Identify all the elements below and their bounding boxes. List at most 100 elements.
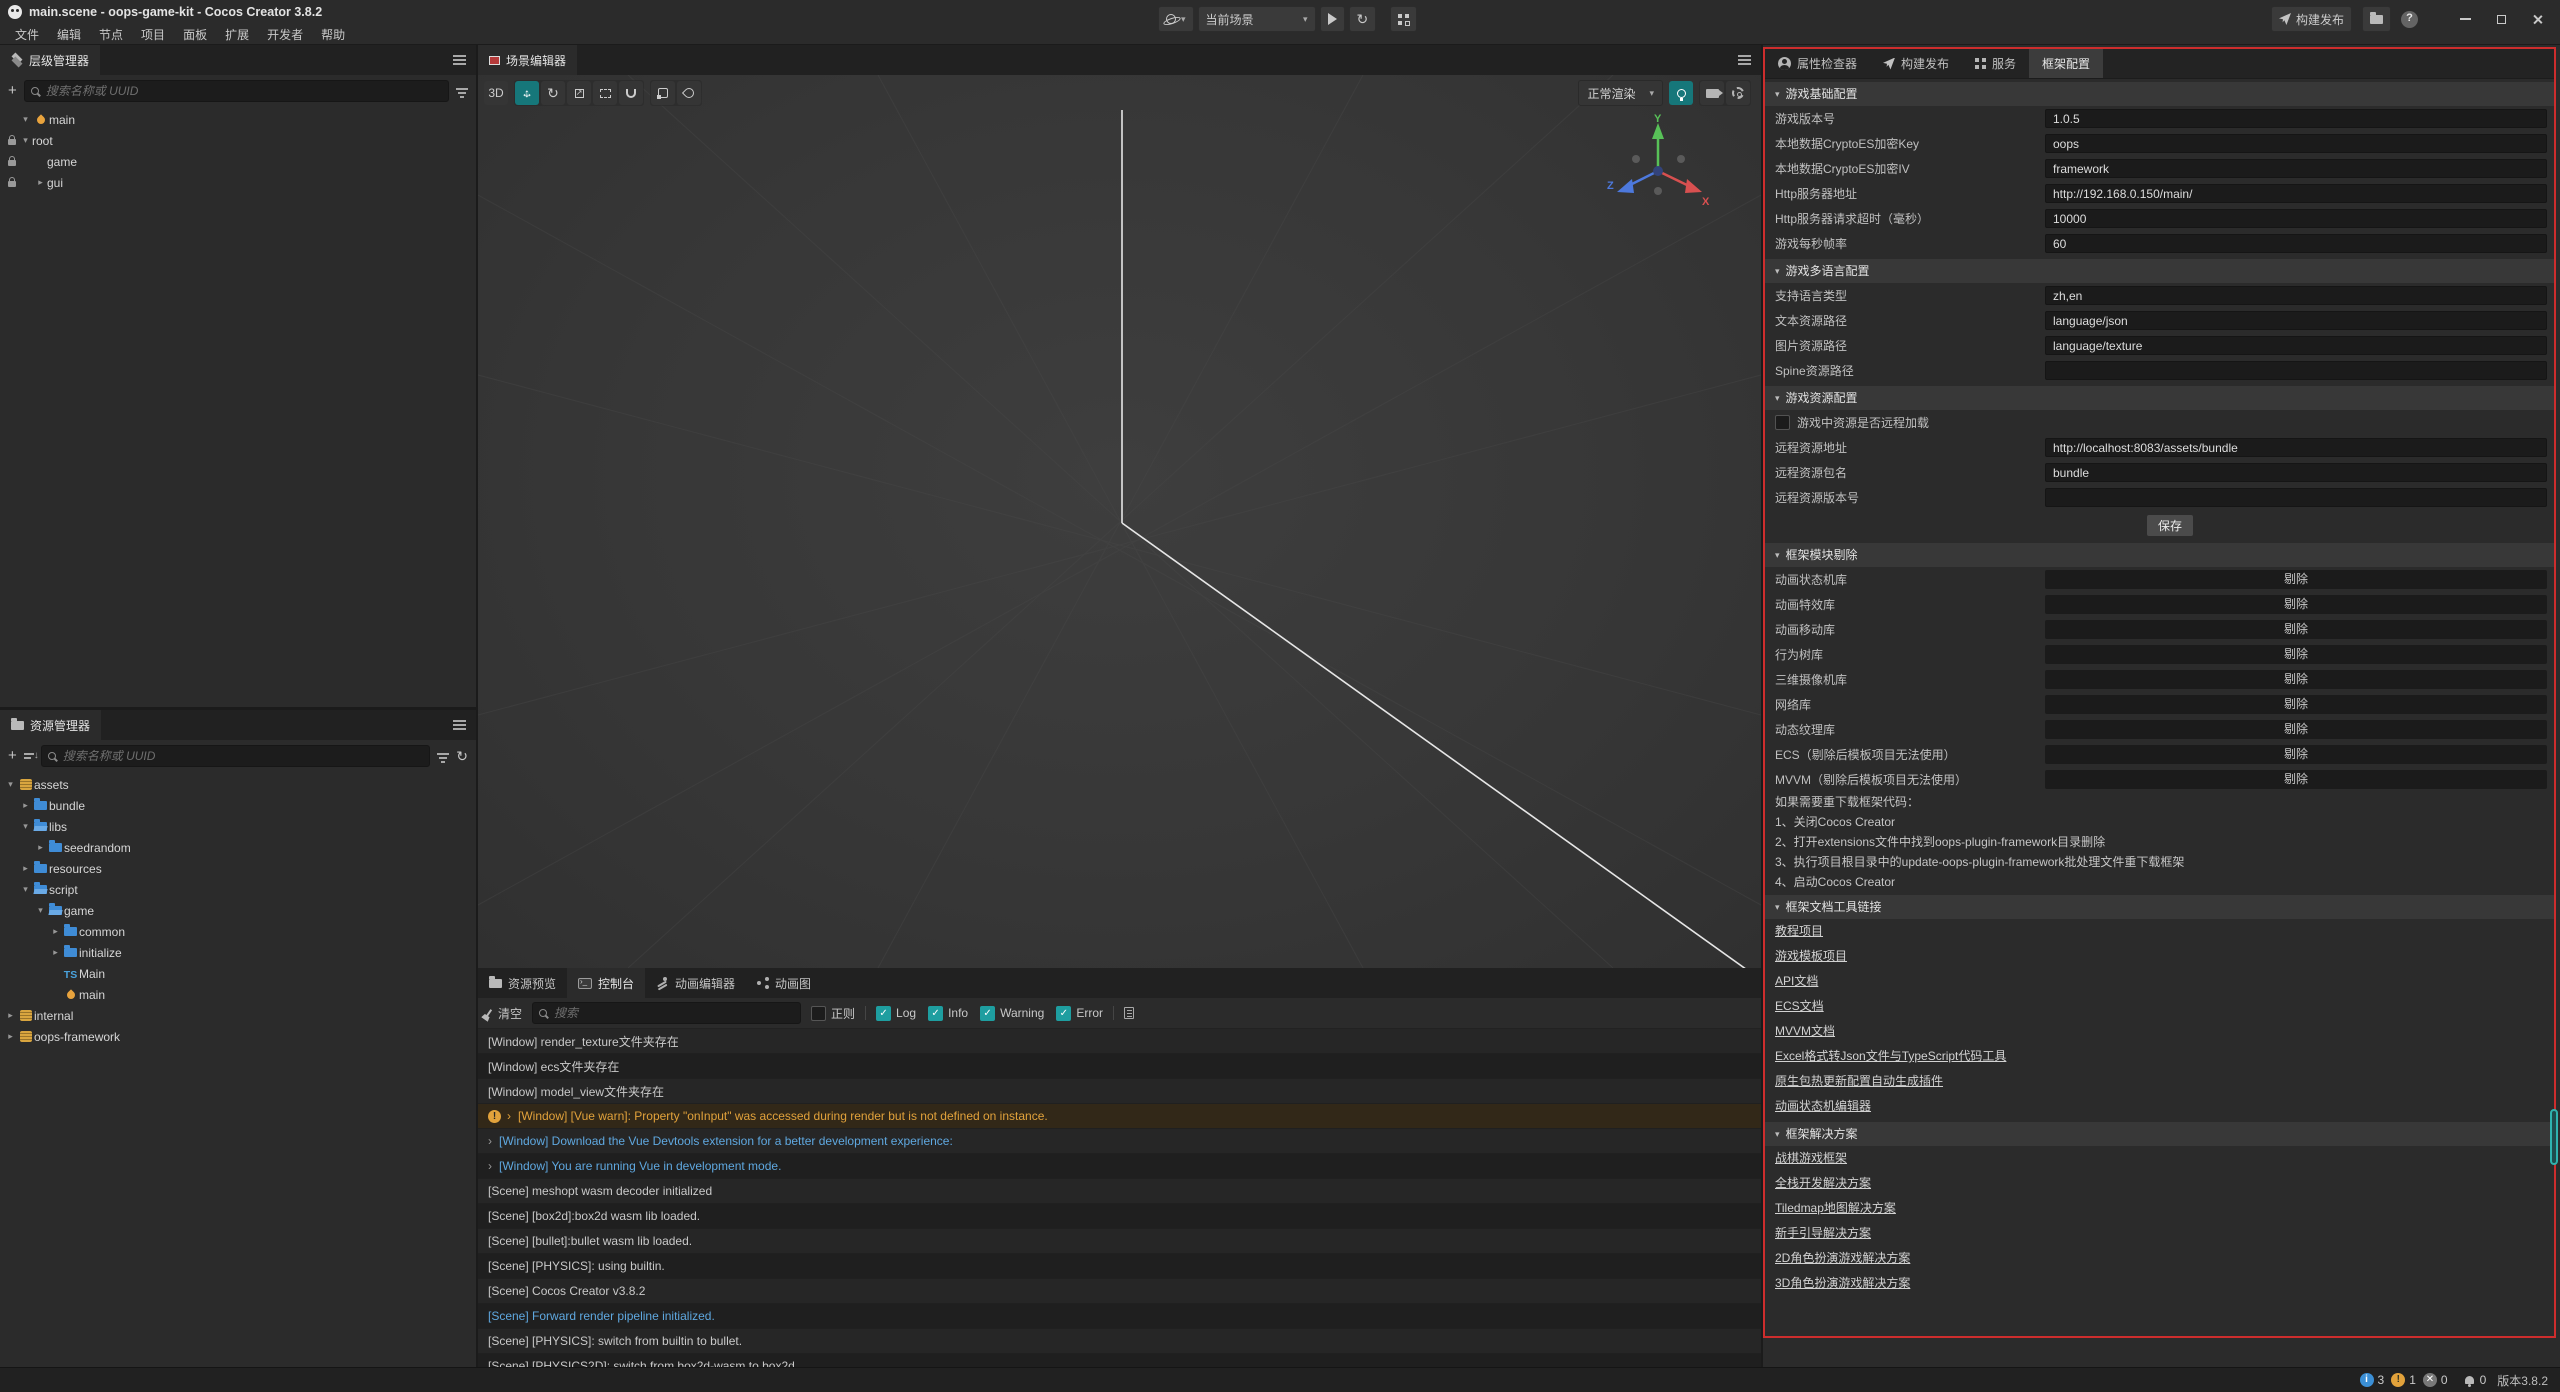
restart-button[interactable] [1349,6,1377,32]
filter-icon[interactable] [456,88,468,90]
expand-arrow-icon[interactable] [19,135,32,146]
expand-arrow-icon[interactable]: › [507,1109,511,1123]
expand-arrow-icon[interactable] [19,884,32,895]
rect-tool-button[interactable] [593,81,617,105]
console-log-row[interactable]: ! › [Window] You are running Vue in deve… [478,1154,1761,1179]
play-button[interactable] [1320,6,1345,32]
console-log-row[interactable]: ! › [Scene] Cocos Creator v3.8.2 [478,1279,1761,1304]
expand-arrow-icon[interactable] [19,800,32,811]
notification-count[interactable]: 0 [2463,1373,2487,1387]
log-filter-checkbox[interactable]: Warning [980,1006,1044,1021]
hierarchy-node-row[interactable]: game [0,151,476,172]
console-tab[interactable]: 资源预览 [478,968,567,998]
assets-search[interactable] [41,745,431,767]
axis-gizmo[interactable]: Y X Z [1603,113,1713,223]
console-log-row[interactable]: ! › [Scene] [bullet]:bullet wasm lib loa… [478,1229,1761,1254]
remove-module-button[interactable]: 剔除 [2045,645,2547,664]
hierarchy-search-input[interactable] [44,83,442,99]
asset-node-row[interactable]: oops-framework [0,1026,476,1047]
console-log-row[interactable]: ! › [Window] ecs文件夹存在 [478,1054,1761,1079]
remove-module-button[interactable]: 剔除 [2045,745,2547,764]
asset-node-row[interactable]: script [0,879,476,900]
remove-module-button[interactable]: 剔除 [2045,720,2547,739]
doc-link[interactable]: 原生包热更新配置自动生成插件 [1775,1069,1943,1094]
asset-node-row[interactable]: resources [0,858,476,879]
pivot-button[interactable] [651,81,675,105]
console-log-row[interactable]: ! › [Scene] [PHYSICS]: using builtin. [478,1254,1761,1279]
scale-tool-button[interactable] [567,81,591,105]
mode-3d-button[interactable]: 3D [484,81,508,105]
console-log-row[interactable]: ! › [Scene] [PHYSICS]: switch from built… [478,1329,1761,1354]
maximize-button[interactable] [2488,9,2514,29]
expand-arrow-icon[interactable] [34,905,47,916]
console-log-row[interactable]: ! › [Scene] [box2d]:box2d wasm lib loade… [478,1204,1761,1229]
field-input[interactable] [2045,234,2547,253]
remove-module-button[interactable]: 剔除 [2045,620,2547,639]
remove-module-button[interactable]: 剔除 [2045,595,2547,614]
scrollbar-thumb[interactable] [2550,1109,2558,1165]
console-log-row[interactable]: ! › [Window] render_texture文件夹存在 [478,1029,1761,1054]
console-log-row[interactable]: ! › [Scene] meshopt wasm decoder initial… [478,1179,1761,1204]
console-log-row[interactable]: ! › [Window] model_view文件夹存在 [478,1079,1761,1104]
menu-item[interactable]: 文件 [6,24,48,45]
field-input[interactable] [2045,488,2547,507]
doc-link[interactable]: 动画状态机编辑器 [1775,1094,1871,1119]
remove-module-button[interactable]: 剔除 [2045,770,2547,789]
field-input[interactable] [2045,286,2547,305]
clear-console-button[interactable]: 清空 [488,1005,522,1022]
expand-arrow-icon[interactable] [34,177,47,188]
field-input[interactable] [2045,361,2547,380]
section-header-modules[interactable]: ▾ 框架模块剔除 [1765,543,2554,567]
solution-link[interactable]: 新手引导解决方案 [1775,1221,1871,1246]
console-log-row[interactable]: ! › [Window] Download the Vue Devtools e… [478,1129,1761,1154]
inspector-tab[interactable]: 属性检查器 [1765,49,1870,78]
menu-item[interactable]: 扩展 [216,24,258,45]
section-header-solutions[interactable]: ▾ 框架解决方案 [1765,1122,2554,1146]
add-node-button[interactable] [8,84,17,98]
help-icon[interactable] [2401,11,2418,28]
panel-menu-icon[interactable] [453,59,466,61]
solution-link[interactable]: 战棋游戏框架 [1775,1146,1847,1171]
tab-assets[interactable]: 资源管理器 [0,710,101,740]
field-input[interactable] [2045,159,2547,178]
asset-node-row[interactable]: internal [0,1005,476,1026]
lighting-toggle-button[interactable] [1669,81,1693,105]
expand-arrow-icon[interactable] [34,842,47,853]
panel-menu-icon[interactable] [1738,59,1751,61]
solution-link[interactable]: 2D角色扮演游戏解决方案 [1775,1246,1910,1271]
expand-arrow-icon[interactable] [49,926,62,937]
console-tab[interactable]: 控制台 [567,968,645,998]
sort-icon[interactable] [24,753,34,755]
render-mode-select[interactable]: 正常渲染 ▾ [1578,80,1663,106]
section-header-resources[interactable]: ▾ 游戏资源配置 [1765,386,2554,410]
field-input[interactable] [2045,109,2547,128]
hierarchy-node-row[interactable]: gui [0,172,476,193]
doc-link[interactable]: ECS文档 [1775,994,1824,1019]
doc-link[interactable]: MVVM文档 [1775,1019,1835,1044]
solution-link[interactable]: 3D角色扮演游戏解决方案 [1775,1271,1910,1296]
expand-arrow-icon[interactable] [4,779,17,790]
open-project-folder-button[interactable] [2362,6,2391,32]
assets-search-input[interactable] [61,748,424,764]
expand-arrow-icon[interactable] [19,114,32,125]
filter-icon[interactable] [437,753,449,755]
asset-node-row[interactable]: main [0,984,476,1005]
menu-item[interactable]: 开发者 [258,24,312,45]
view-settings-button[interactable] [1726,81,1750,105]
expand-arrow-icon[interactable] [19,821,32,832]
expand-arrow-icon[interactable] [4,1031,17,1042]
console-log-row[interactable]: ! › [Window] [Vue warn]: Property "onInp… [478,1104,1761,1129]
platform-select[interactable]: ▾ [1158,6,1194,32]
panel-menu-icon[interactable] [453,724,466,726]
info-count[interactable]: i 3 [2360,1373,2385,1387]
field-input[interactable] [2045,209,2547,228]
move-tool-button[interactable] [515,81,539,105]
doc-link[interactable]: Excel格式转Json文件与TypeScript代码工具 [1775,1044,2006,1069]
inspector-tab[interactable]: 构建发布 [1870,49,1962,78]
gizmo-tool-button[interactable] [619,81,643,105]
menu-item[interactable]: 编辑 [48,24,90,45]
error-count[interactable]: ✕ 0 [2423,1373,2448,1387]
remote-load-checkbox[interactable] [1775,415,1790,430]
tab-hierarchy[interactable]: 层级管理器 [0,45,100,75]
remove-module-button[interactable]: 剔除 [2045,670,2547,689]
